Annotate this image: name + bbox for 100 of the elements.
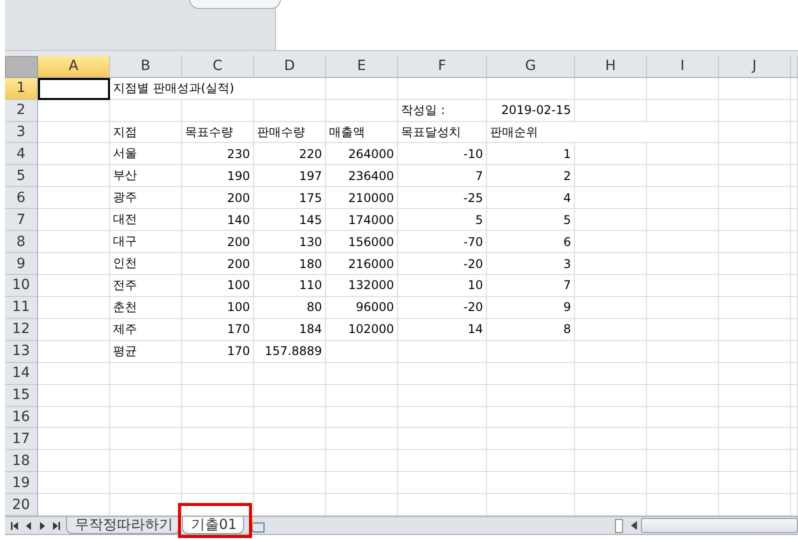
scroll-left-icon[interactable] <box>631 521 637 530</box>
column-header[interactable]: D <box>254 56 326 78</box>
column-header[interactable]: H <box>575 56 647 78</box>
column-header[interactable]: F <box>398 56 487 78</box>
empty-cell <box>326 78 398 100</box>
sheet-tab[interactable]: 무작정따라하기 <box>66 517 180 534</box>
empty-cell <box>182 472 254 494</box>
table-cell: 7 <box>398 165 487 188</box>
empty-cell <box>719 165 791 188</box>
row-header[interactable]: 2 <box>5 100 38 122</box>
row-header[interactable]: 13 <box>5 340 38 363</box>
table-cell: 197 <box>254 165 326 188</box>
table-cell: 1 <box>487 143 575 166</box>
empty-cell <box>647 450 719 472</box>
row-header[interactable]: 6 <box>5 187 38 210</box>
empty-cell <box>647 384 719 407</box>
column-header[interactable]: B <box>110 56 182 78</box>
table-cell: 80 <box>254 296 326 319</box>
table-cell: 184 <box>254 318 326 341</box>
first-sheet-icon[interactable] <box>11 522 18 530</box>
row-header[interactable]: 1 <box>5 78 38 100</box>
row-header[interactable]: 11 <box>5 296 38 319</box>
table-cell: 평균 <box>110 340 182 363</box>
column-header[interactable]: J <box>719 56 791 78</box>
table-cell: 판매순위 <box>487 122 719 144</box>
empty-cell <box>647 362 719 385</box>
empty-cell <box>254 406 326 428</box>
table-cell: 2 <box>487 165 575 188</box>
table-cell: 4 <box>487 187 575 210</box>
sheet-tab[interactable]: 기출01 <box>182 517 244 534</box>
table-cell: 2019-02-15 <box>487 100 575 122</box>
table-cell: 8 <box>487 318 575 341</box>
empty-cell <box>575 78 647 100</box>
table-cell: 제주 <box>110 318 182 341</box>
empty-cell <box>647 472 719 494</box>
row-header[interactable]: 12 <box>5 318 38 341</box>
empty-cell <box>719 78 791 100</box>
empty-cell <box>575 318 647 341</box>
table-cell: -70 <box>398 231 487 254</box>
table-cell: -10 <box>398 143 487 166</box>
empty-cell <box>326 472 398 494</box>
column-header[interactable]: A <box>38 56 110 78</box>
empty-cell <box>575 340 647 363</box>
row-header[interactable]: 20 <box>5 494 38 516</box>
row-header[interactable]: 5 <box>5 165 38 188</box>
empty-cell <box>719 100 791 122</box>
table-cell: 7 <box>487 275 575 297</box>
empty-cell <box>575 275 647 297</box>
table-cell: 100 <box>182 296 254 319</box>
empty-cell <box>719 406 791 428</box>
column-header[interactable]: G <box>487 56 575 78</box>
table-cell: 100 <box>182 275 254 297</box>
empty-cell <box>575 100 647 122</box>
previous-sheet-icon[interactable] <box>25 522 32 530</box>
row-header[interactable]: 9 <box>5 253 38 276</box>
empty-cell <box>254 428 326 450</box>
empty-cell <box>110 384 182 407</box>
row-header[interactable]: 3 <box>5 122 38 144</box>
row-header[interactable]: 15 <box>5 384 38 407</box>
empty-cell <box>254 384 326 407</box>
table-cell: 10 <box>398 275 487 297</box>
empty-cell <box>647 406 719 428</box>
table-cell: 서울 <box>110 143 182 166</box>
empty-cell <box>326 100 398 122</box>
row-header[interactable]: 17 <box>5 428 38 450</box>
table-cell: 200 <box>182 253 254 276</box>
empty-cell <box>326 340 398 363</box>
table-cell: 200 <box>182 231 254 254</box>
row-header[interactable]: 18 <box>5 450 38 472</box>
row-header[interactable]: 10 <box>5 275 38 297</box>
table-cell: 목표달성치 <box>398 122 487 144</box>
empty-cell <box>575 472 647 494</box>
table-cell: 9 <box>487 296 575 319</box>
row-header[interactable]: 19 <box>5 472 38 494</box>
empty-cell <box>182 100 254 122</box>
horizontal-scrollbar[interactable] <box>641 518 798 534</box>
next-sheet-icon[interactable] <box>39 522 46 530</box>
row-header[interactable]: 4 <box>5 143 38 166</box>
table-cell: 작성일 : <box>398 100 487 122</box>
empty-cell <box>719 472 791 494</box>
table-cell: 264000 <box>326 143 398 166</box>
empty-cell <box>575 450 647 472</box>
column-header[interactable]: I <box>647 56 719 78</box>
table-cell: 230 <box>182 143 254 166</box>
column-header[interactable]: C <box>182 56 254 78</box>
row-header[interactable]: 16 <box>5 406 38 428</box>
active-cell[interactable] <box>38 78 110 100</box>
row-header[interactable]: 7 <box>5 209 38 232</box>
empty-cell <box>575 384 647 407</box>
empty-cell <box>326 450 398 472</box>
table-cell: 157.8889 <box>254 340 326 363</box>
column-header[interactable]: E <box>326 56 398 78</box>
row-header[interactable]: 8 <box>5 231 38 254</box>
empty-cell <box>719 362 791 385</box>
empty-cell <box>110 406 182 428</box>
row-header[interactable]: 14 <box>5 362 38 385</box>
table-cell: 110 <box>254 275 326 297</box>
split-handle[interactable] <box>615 518 623 533</box>
empty-cell <box>575 209 647 232</box>
last-sheet-icon[interactable] <box>53 522 60 530</box>
